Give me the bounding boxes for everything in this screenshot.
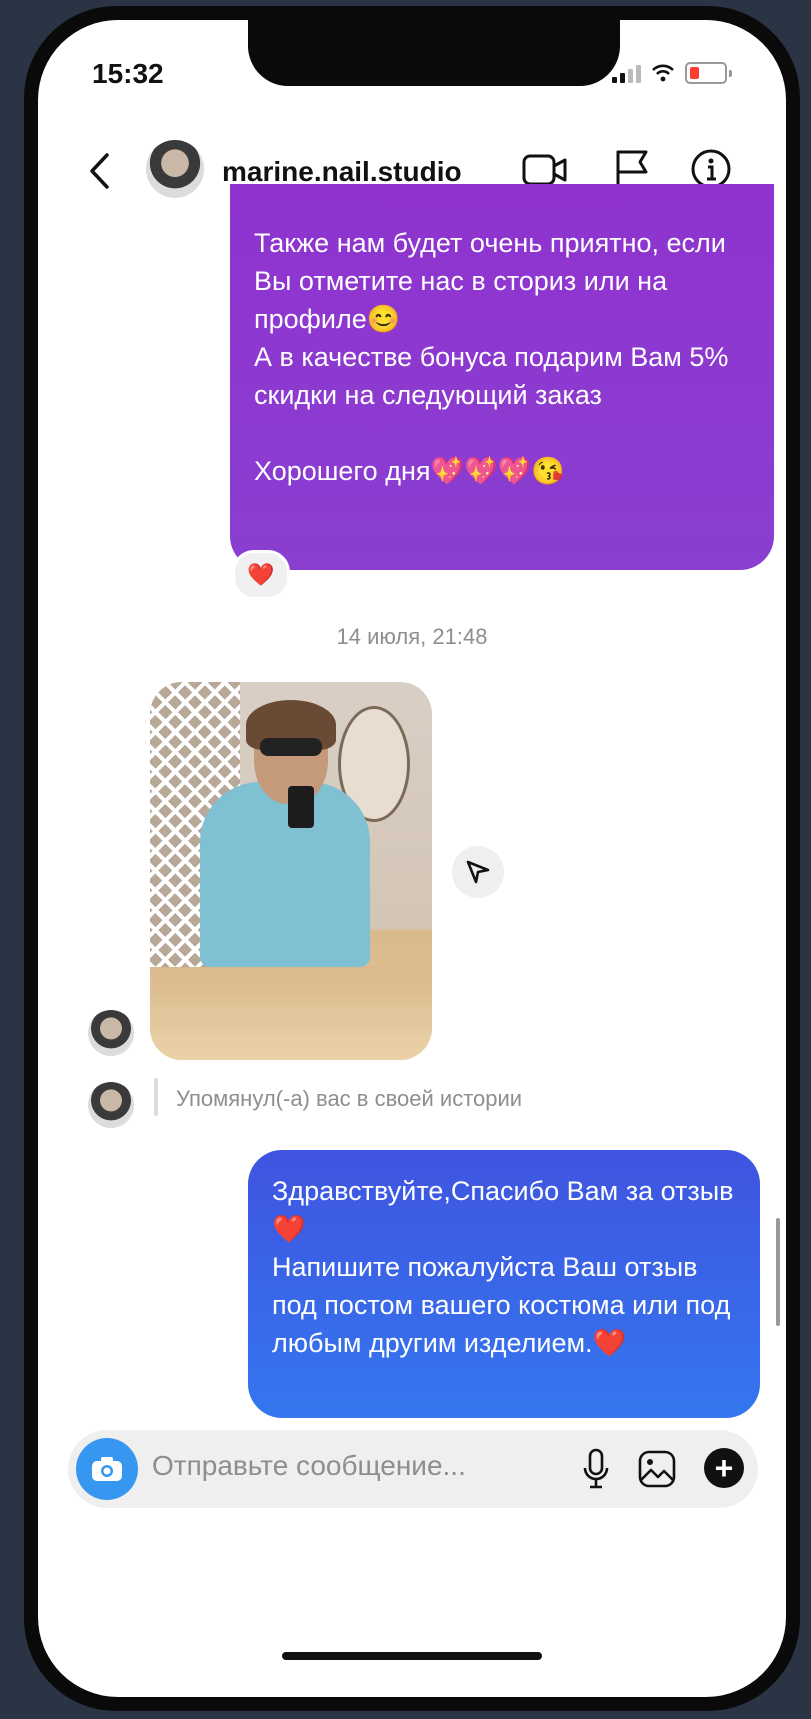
camera-icon (92, 1457, 122, 1481)
signal-icon (612, 63, 641, 83)
date-separator: 14 июля, 21:48 (336, 624, 488, 649)
message-bubble-outgoing[interactable]: Также нам будет очень приятно, если Вы о… (230, 184, 774, 570)
camera-button[interactable] (76, 1438, 138, 1500)
message-input[interactable] (152, 1450, 542, 1482)
sender-avatar[interactable] (88, 1082, 134, 1128)
back-chevron-icon[interactable] (88, 152, 110, 190)
share-icon (466, 860, 490, 884)
sender-avatar[interactable] (88, 1010, 134, 1056)
message-composer: + (68, 1430, 758, 1508)
phone-frame: 15:32 marine.nail.studio Также нам будет… (24, 6, 800, 1711)
story-mention-text: Упомянул(-а) вас в своей истории (176, 1086, 523, 1111)
notch (248, 20, 620, 86)
battery-icon (685, 62, 727, 84)
wifi-icon (652, 64, 674, 82)
story-photo[interactable] (150, 682, 432, 1060)
reaction-heart[interactable]: ❤️ (232, 550, 290, 600)
microphone-icon[interactable] (582, 1448, 610, 1490)
message-bubble-outgoing[interactable]: Здравствуйте,Спасибо Вам за отзыв ❤️ Нап… (248, 1150, 760, 1418)
mention-bar (154, 1078, 158, 1116)
home-indicator[interactable] (282, 1652, 542, 1660)
screen: 15:32 marine.nail.studio Также нам будет… (38, 20, 786, 1697)
plus-icon[interactable]: + (704, 1448, 744, 1488)
gallery-icon[interactable] (638, 1450, 676, 1488)
avatar[interactable] (146, 140, 204, 198)
share-button[interactable] (452, 846, 504, 898)
status-time: 15:32 (92, 58, 164, 89)
video-call-icon[interactable] (522, 152, 568, 188)
scrollbar[interactable] (776, 1218, 780, 1326)
status-icons (612, 62, 732, 84)
